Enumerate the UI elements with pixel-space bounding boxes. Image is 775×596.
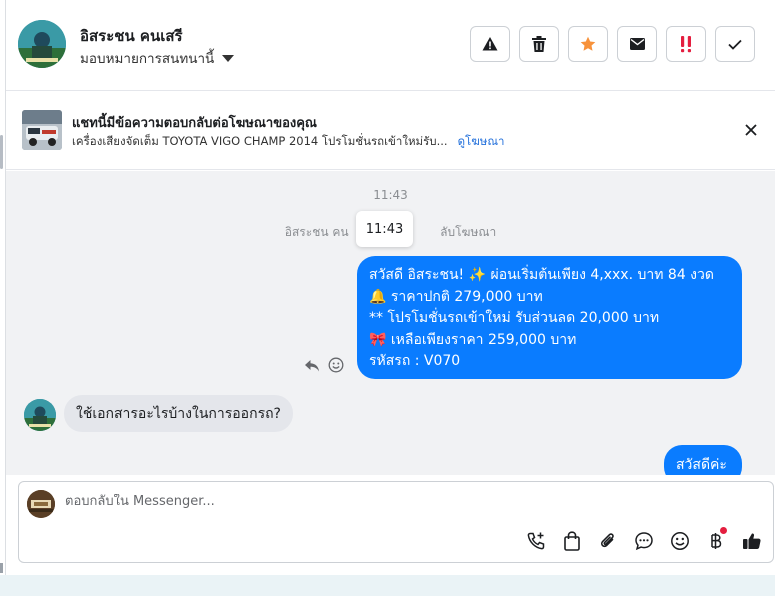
message-input[interactable] bbox=[65, 494, 665, 509]
attach-button[interactable] bbox=[596, 529, 619, 552]
saved-replies-button[interactable] bbox=[632, 529, 655, 552]
close-banner-button[interactable] bbox=[743, 122, 759, 138]
shop-button[interactable] bbox=[560, 529, 583, 552]
ad-reply-banner: แชทนี้มีข้อความตอบกลับต่อโฆษณาของคุณ เคร… bbox=[6, 92, 775, 170]
bottom-background-strip bbox=[0, 575, 775, 596]
ad-description: เครื่องเสียงจัดเต็ม TOYOTA VIGO CHAMP 20… bbox=[72, 134, 448, 148]
ad-banner-subline: เครื่องเสียงจัดเต็ม TOYOTA VIGO CHAMP 20… bbox=[72, 133, 504, 151]
ad-banner-title: แชทนี้มีข้อความตอบกลับต่อโฆษณาของคุณ bbox=[72, 116, 317, 131]
reply-icon bbox=[305, 359, 319, 371]
left-edge-marker bbox=[0, 563, 3, 573]
message-line: สวัสดี อิสระชน! ✨ ผ่อนเริ่มต้นเพียง 4,xx… bbox=[369, 267, 714, 283]
spam-button[interactable] bbox=[666, 26, 706, 62]
add-call-button[interactable] bbox=[524, 529, 547, 552]
star-button[interactable] bbox=[568, 26, 608, 62]
message-line: 🔔 ราคาปกติ 279,000 บาท bbox=[369, 288, 543, 305]
report-button[interactable] bbox=[470, 26, 510, 62]
emoji-icon bbox=[670, 531, 689, 550]
message-line: รหัสรถ : V070 bbox=[369, 353, 461, 369]
messenger-conversation-panel: อิสระชน คนเสรี มอบหมายการสนทนานี้ แชทนี้… bbox=[0, 0, 775, 596]
resize-handle[interactable] bbox=[0, 135, 3, 169]
caret-down-icon bbox=[222, 54, 235, 62]
chat-bubble-icon bbox=[634, 531, 653, 550]
contact-avatar[interactable] bbox=[18, 20, 66, 68]
notification-dot bbox=[720, 527, 727, 534]
double-exclamation-icon bbox=[681, 36, 691, 53]
mark-unread-button[interactable] bbox=[617, 26, 657, 62]
trash-icon bbox=[532, 36, 546, 52]
header-actions bbox=[470, 26, 755, 62]
emoji-button[interactable] bbox=[668, 529, 691, 552]
view-ad-link[interactable]: ดูโฆษณา bbox=[458, 133, 505, 151]
mark-done-button[interactable] bbox=[715, 26, 755, 62]
delete-button[interactable] bbox=[519, 26, 559, 62]
outgoing-message-bubble-partial[interactable]: สวัสดีค่ะ bbox=[664, 445, 742, 475]
conversation-header: อิสระชน คนเสรี มอบหมายการสนทนานี้ bbox=[6, 0, 775, 91]
envelope-icon bbox=[629, 38, 645, 50]
message-timestamp: 11:43 bbox=[373, 188, 408, 202]
emoji-icon bbox=[328, 357, 344, 373]
thumbs-up-icon bbox=[742, 532, 761, 549]
close-icon bbox=[745, 124, 757, 136]
reply-composer bbox=[18, 481, 774, 563]
warning-icon bbox=[482, 37, 498, 51]
message-line: 🎀 เหลือเพียงราคา 259,000 บาท bbox=[369, 331, 577, 348]
check-icon bbox=[728, 39, 742, 50]
paperclip-icon bbox=[600, 532, 614, 547]
message-thread[interactable]: 11:43 อิสระชน คน ลับโฆษณา 11:43 สวัสดี อ… bbox=[6, 171, 775, 475]
react-button[interactable] bbox=[328, 357, 344, 377]
sender-avatar[interactable] bbox=[24, 399, 56, 431]
time-tooltip: 11:43 bbox=[356, 211, 413, 247]
composer-toolbar bbox=[524, 527, 763, 552]
ad-thumbnail[interactable] bbox=[22, 110, 62, 150]
shopping-bag-icon bbox=[563, 530, 580, 551]
reply-button[interactable] bbox=[304, 358, 320, 377]
like-button[interactable] bbox=[740, 529, 763, 552]
outgoing-message-bubble[interactable]: สวัสดี อิสระชน! ✨ ผ่อนเริ่มต้นเพียง 4,xx… bbox=[357, 256, 742, 379]
contact-name[interactable]: อิสระชน คนเสรี bbox=[80, 24, 183, 48]
page-avatar bbox=[27, 490, 55, 518]
message-actions bbox=[304, 357, 344, 377]
star-icon bbox=[580, 36, 596, 51]
message-line: ** โปรโมชั่นรถเข้าใหม่ รับส่วนลด 20,000 … bbox=[369, 310, 660, 326]
assign-label: มอบหมายการสนทนานี้ bbox=[80, 51, 215, 67]
incoming-message-bubble[interactable]: ใช้เอกสารอะไรบ้างในการออกรถ? bbox=[64, 395, 293, 432]
call-add-icon bbox=[527, 532, 544, 549]
payment-button[interactable] bbox=[704, 527, 727, 552]
assign-conversation-dropdown[interactable]: มอบหมายการสนทนานี้ bbox=[80, 47, 235, 69]
